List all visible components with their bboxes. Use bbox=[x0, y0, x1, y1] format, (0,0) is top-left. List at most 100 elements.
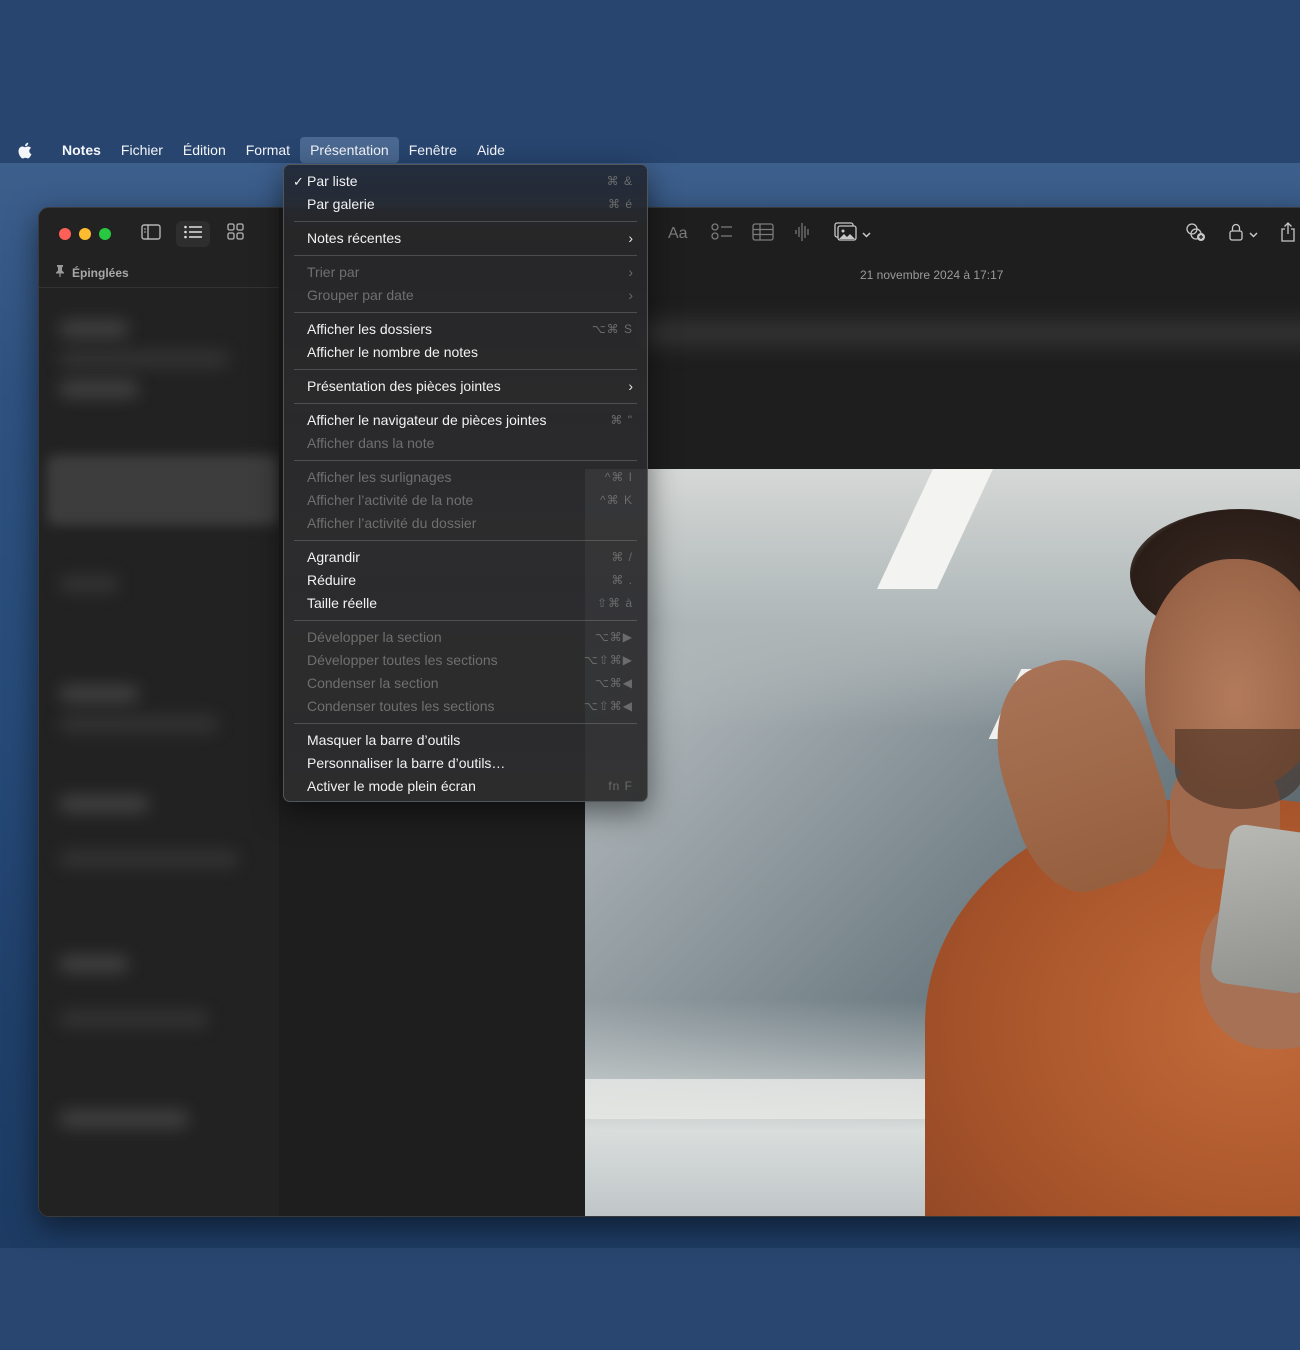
chevron-right-icon: › bbox=[628, 230, 633, 246]
menu-item[interactable]: Taille réelle ⇧⌘ à bbox=[284, 592, 647, 615]
menu-item-shortcut: ⌘ & bbox=[606, 174, 633, 188]
share-icon bbox=[1280, 221, 1296, 247]
lock-note-button[interactable] bbox=[1229, 221, 1258, 247]
menu-item[interactable]: ✓ Par liste ⌘ & bbox=[284, 170, 647, 193]
menu-item[interactable]: Présentation des pièces jointes › bbox=[284, 375, 647, 398]
menu-aide[interactable]: Aide bbox=[467, 137, 515, 163]
menu-presentation[interactable]: Présentation bbox=[300, 137, 399, 163]
menu-item: Condenser toutes les sections ⌥⇧⌘◀ bbox=[284, 695, 647, 718]
list-icon bbox=[183, 224, 203, 245]
list-item[interactable] bbox=[59, 685, 139, 703]
menu-separator bbox=[294, 312, 637, 313]
list-item[interactable] bbox=[59, 955, 129, 973]
menu-item[interactable]: Notes récentes › bbox=[284, 227, 647, 250]
menu-separator bbox=[294, 221, 637, 222]
menu-item-label: Personnaliser la barre d’outils… bbox=[307, 755, 506, 771]
note-title-redacted[interactable] bbox=[641, 320, 1300, 346]
menu-separator bbox=[294, 403, 637, 404]
menu-fichier[interactable]: Fichier bbox=[111, 137, 173, 163]
chevron-down-icon bbox=[1249, 225, 1258, 243]
collaborate-icon bbox=[1185, 222, 1207, 247]
lock-icon bbox=[1229, 223, 1243, 246]
pin-icon bbox=[55, 265, 65, 280]
collaborate-button[interactable] bbox=[1185, 221, 1207, 247]
menu-item-shortcut: ⌘ / bbox=[611, 550, 633, 564]
menu-item-shortcut: ⌘ " bbox=[610, 413, 633, 427]
menu-item-shortcut: ⌘ é bbox=[607, 197, 633, 211]
list-item[interactable] bbox=[59, 715, 219, 733]
gallery-view-button[interactable] bbox=[218, 221, 252, 247]
menu-item-shortcut: ⌘ . bbox=[611, 573, 633, 587]
menu-item-shortcut: ⌥⇧⌘◀ bbox=[583, 699, 633, 713]
sidebar-toolbar bbox=[134, 221, 252, 247]
checklist-icon bbox=[711, 222, 733, 246]
table-button[interactable] bbox=[752, 221, 774, 247]
share-button[interactable] bbox=[1280, 221, 1296, 247]
menu-fenetre[interactable]: Fenêtre bbox=[399, 137, 467, 163]
list-item[interactable] bbox=[59, 575, 119, 593]
menu-item: Trier par › bbox=[284, 261, 647, 284]
chevron-right-icon: › bbox=[628, 287, 633, 303]
notes-list bbox=[39, 290, 279, 1216]
media-button[interactable] bbox=[834, 221, 871, 247]
menu-item: Afficher l’activité du dossier bbox=[284, 512, 647, 535]
chevron-right-icon: › bbox=[628, 264, 633, 280]
menu-item: Afficher les surlignages ^⌘ I bbox=[284, 466, 647, 489]
list-item[interactable] bbox=[59, 320, 129, 338]
menu-item[interactable]: Afficher les dossiers ⌥⌘ S bbox=[284, 318, 647, 341]
menu-item-shortcut: ^⌘ I bbox=[604, 470, 633, 484]
menu-item-label: Afficher le nombre de notes bbox=[307, 344, 478, 360]
note-image-attachment[interactable] bbox=[585, 469, 1300, 1216]
menu-item-label: Condenser toutes les sections bbox=[307, 698, 495, 714]
menu-item-label: Par galerie bbox=[307, 196, 375, 212]
list-item[interactable] bbox=[59, 795, 149, 813]
text-format-icon: Aa bbox=[668, 225, 688, 242]
menu-item-shortcut: ^⌘ K bbox=[600, 493, 633, 507]
list-item[interactable] bbox=[59, 380, 139, 398]
apple-menu-icon[interactable] bbox=[17, 141, 33, 159]
chevron-down-icon bbox=[862, 225, 871, 243]
menu-item[interactable]: Masquer la barre d’outils bbox=[284, 729, 647, 752]
menu-item[interactable]: Activer le mode plein écran fn F bbox=[284, 775, 647, 798]
close-button[interactable] bbox=[59, 228, 71, 240]
menu-item[interactable]: Personnaliser la barre d’outils… bbox=[284, 752, 647, 775]
list-item[interactable] bbox=[59, 350, 229, 368]
menu-item[interactable]: Agrandir ⌘ / bbox=[284, 546, 647, 569]
format-button[interactable]: Aa bbox=[668, 221, 688, 247]
toggle-sidebar-button[interactable] bbox=[134, 221, 168, 247]
list-item[interactable] bbox=[59, 1110, 189, 1128]
menu-item-label: Masquer la barre d’outils bbox=[307, 732, 461, 748]
menu-app-notes[interactable]: Notes bbox=[52, 137, 111, 163]
presentation-menu: ✓ Par liste ⌘ & Par galerie ⌘ é Notes récente… bbox=[283, 164, 648, 802]
menu-format[interactable]: Format bbox=[236, 137, 300, 163]
menu-item[interactable]: Afficher le navigateur de pièces jointes… bbox=[284, 409, 647, 432]
audio-record-button[interactable] bbox=[794, 221, 812, 247]
menu-item-label: Présentation des pièces jointes bbox=[307, 378, 501, 394]
menu-item: Condenser la section ⌥⌘◀ bbox=[284, 672, 647, 695]
menu-item[interactable]: Par galerie ⌘ é bbox=[284, 193, 647, 216]
menu-item: Développer toutes les sections ⌥⇧⌘▶ bbox=[284, 649, 647, 672]
menu-separator bbox=[294, 369, 637, 370]
menu-separator bbox=[294, 723, 637, 724]
window-controls bbox=[59, 228, 111, 240]
list-item-selected[interactable] bbox=[47, 455, 279, 525]
menu-item: Grouper par date › bbox=[284, 284, 647, 307]
menu-edition[interactable]: Édition bbox=[173, 137, 236, 163]
list-item[interactable] bbox=[59, 1010, 209, 1028]
waveform-icon bbox=[794, 222, 812, 247]
menu-item[interactable]: Afficher le nombre de notes bbox=[284, 341, 647, 364]
checklist-button[interactable] bbox=[711, 221, 733, 247]
menu-separator bbox=[294, 620, 637, 621]
menu-item-label: Activer le mode plein écran bbox=[307, 778, 476, 794]
menu-item-label: Afficher les surlignages bbox=[307, 469, 452, 485]
list-item[interactable] bbox=[59, 850, 239, 868]
minimize-button[interactable] bbox=[79, 228, 91, 240]
menu-separator bbox=[294, 460, 637, 461]
menu-item-label: Développer toutes les sections bbox=[307, 652, 498, 668]
menu-item-label: Afficher l’activité de la note bbox=[307, 492, 474, 508]
menu-item[interactable]: Réduire ⌘ . bbox=[284, 569, 647, 592]
zoom-button[interactable] bbox=[99, 228, 111, 240]
menu-item-label: Notes récentes bbox=[307, 230, 402, 246]
list-view-button[interactable] bbox=[176, 221, 210, 247]
menu-item-label: Grouper par date bbox=[307, 287, 414, 303]
